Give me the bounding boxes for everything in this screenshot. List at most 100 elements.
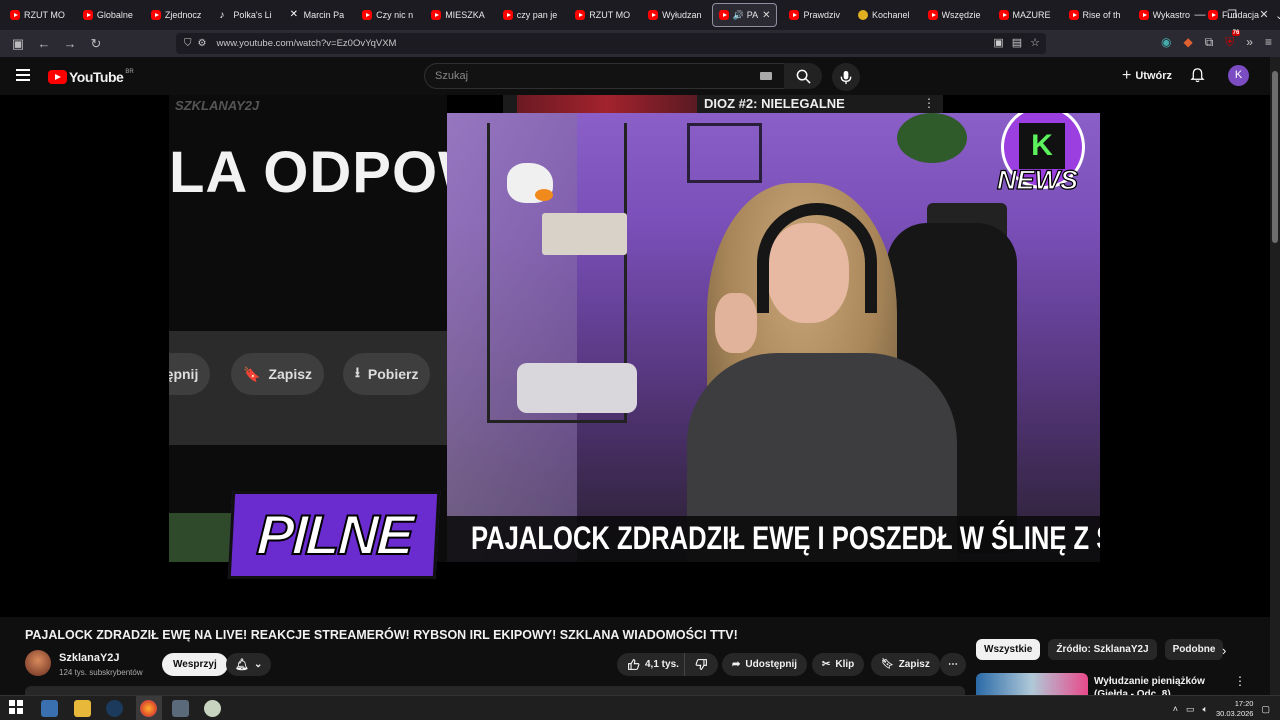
page-scrollbar[interactable] (1270, 57, 1280, 695)
news-logo-mark: K (1019, 123, 1065, 169)
calculator-icon[interactable] (172, 700, 189, 717)
tab-label: Kochanel (871, 10, 910, 20)
close-window-icon[interactable]: ✕ (1248, 0, 1280, 30)
sidebar-toggle-icon[interactable]: ▣ (6, 32, 30, 56)
folder-icon[interactable] (74, 700, 91, 717)
browser-tab[interactable]: Czy nic n (358, 3, 417, 27)
browser-tab[interactable]: MAZURE (995, 3, 1055, 27)
browser-tab[interactable]: ✕ Marcin Pa (286, 3, 349, 27)
share-label: Udostępnij (745, 659, 798, 670)
browser-nav-bar: ▣ ← → ↻ ⛉ ⚙ www.youtube.com/watch?v=Ez0O… (0, 30, 1280, 57)
like-count: 4,1 tys. (645, 659, 679, 670)
browser-tab[interactable]: czy pan je (499, 3, 562, 27)
scrollbar-thumb[interactable] (1272, 71, 1278, 243)
youtube-icon (362, 10, 373, 20)
url-text: www.youtube.com/watch?v=Ez0OvYqVXM (216, 38, 397, 49)
url-bar[interactable]: ⛉ ⚙ www.youtube.com/watch?v=Ez0OvYqVXM ▣… (176, 33, 1046, 54)
browser-tab[interactable]: Kochanel (854, 3, 914, 27)
youtube-icon (1068, 10, 1079, 20)
picture-icon[interactable]: ▣ (993, 36, 1003, 49)
account-avatar[interactable]: K (1228, 65, 1249, 86)
youtube-logo-text: YouTube (69, 69, 124, 85)
file-manager-icon[interactable] (41, 700, 58, 717)
browser-tab[interactable]: RZUT MO (571, 3, 634, 27)
browser-tab[interactable]: Rise of th (1065, 3, 1125, 27)
clip-button[interactable]: ✂ Klip (812, 653, 865, 676)
chevron-right-icon[interactable]: › (1222, 643, 1226, 658)
channel-name[interactable]: SzklanaY2J (59, 652, 120, 664)
fox-extension-icon[interactable]: ◆ (1183, 35, 1192, 50)
shield-icon[interactable]: ⛉ (184, 38, 192, 49)
news-logo: K NEWS (996, 113, 1100, 213)
browser-tab[interactable]: Wyłudzan (644, 3, 705, 27)
minimize-icon[interactable]: — (1184, 0, 1216, 30)
save-button[interactable]: 🔖︎ Zapisz (871, 653, 940, 676)
restore-icon[interactable]: ❐ (1216, 0, 1248, 30)
bed (517, 363, 637, 413)
app-icon[interactable] (204, 700, 221, 717)
subscription-notify-button[interactable]: 🔔︎ ⌄ (226, 653, 272, 676)
browser-tab[interactable]: Globalne (79, 3, 137, 27)
steam-icon[interactable] (106, 700, 123, 717)
channel-avatar[interactable] (25, 650, 51, 676)
youtube-logo[interactable]: YouTube BR (48, 69, 134, 85)
reader-view-icon[interactable]: ▤ (1012, 36, 1022, 49)
news-lower-third: PAJALOCK ZDRADZIŁ EWĘ I POSZEDŁ W ŚLINĘ … (447, 516, 1100, 562)
background-large-text: LA ODPOW (169, 140, 447, 205)
like-button[interactable]: 4,1 tys. (617, 653, 689, 676)
app-menu-icon[interactable]: ≡ (1265, 35, 1272, 50)
news-logo-text: NEWS (996, 164, 1078, 195)
browser-tab[interactable]: Zjednocz (147, 3, 206, 27)
voice-search-button[interactable] (832, 63, 860, 91)
back-icon[interactable]: ← (32, 32, 56, 56)
browser-tab[interactable]: MIESZKA (427, 3, 489, 27)
chip-source-channel[interactable]: Źródło: SzklanaY2J (1048, 639, 1157, 660)
support-button[interactable]: Wesprzyj (162, 653, 228, 676)
browser-tab[interactable]: Wszędzie (924, 3, 985, 27)
create-button[interactable]: + Utwórz (1116, 65, 1178, 87)
browser-tab-strip: RZUT MO Globalne Zjednocz ♪ Polka's Li ✕ M… (0, 0, 1280, 30)
video-player[interactable]: SZKLANAY2J LA ODPOW tępnij 🔖 Zapisz ⭳ Pobi… (0, 95, 1270, 617)
ublock-icon[interactable]: ⛨ 76 (1225, 30, 1241, 50)
search-input[interactable] (435, 70, 735, 82)
chip-all[interactable]: Wszystkie (976, 639, 1041, 660)
forward-icon[interactable]: → (58, 32, 82, 56)
search-button[interactable] (784, 63, 822, 89)
share-button[interactable]: ➦ Udostępnij (722, 653, 808, 676)
browser-tab[interactable]: Prawdziv (785, 3, 844, 27)
browser-tab[interactable]: ♪ Polka's Li (215, 3, 275, 27)
overflow-chevron-icon[interactable]: » (1246, 35, 1253, 50)
browser-tab-active[interactable]: 🔊 PA ✕ (711, 3, 778, 27)
recommendation-thumbnail[interactable] (976, 673, 1088, 695)
clock[interactable]: 17:20 30.03.2026 (1216, 699, 1254, 719)
youtube-play-icon (48, 70, 67, 84)
tab-label: Czy nic n (376, 10, 414, 20)
chip-similar[interactable]: Podobne (1164, 639, 1224, 660)
firefox-icon[interactable] (140, 700, 157, 717)
dislike-button[interactable] (684, 653, 718, 676)
notifications-icon[interactable]: ▢ (1261, 704, 1270, 715)
channel-watermark: SZKLANAY2J (175, 98, 260, 113)
hamburger-menu-icon[interactable] (16, 69, 30, 81)
network-icon[interactable]: ▭ (1186, 704, 1195, 715)
more-actions-button[interactable]: ⋯ (940, 653, 966, 676)
keyboard-icon[interactable] (760, 72, 772, 80)
recommendation-title[interactable]: Wyłudzanie pieniążków (Giełda - Odc. 8) (1094, 675, 1229, 695)
recommendation-more-icon[interactable]: ⋮ (1234, 674, 1246, 688)
windows-start-icon[interactable] (9, 700, 26, 717)
close-tab-icon[interactable]: ✕ (762, 10, 770, 21)
background-save-button: 🔖 Zapisz (231, 353, 325, 395)
tray-chevron-icon[interactable]: ˄ (1173, 704, 1178, 714)
reload-icon[interactable]: ↻ (84, 32, 108, 56)
page-permissions-icon[interactable]: ⚙ (198, 38, 207, 49)
create-label: Utwórz (1135, 70, 1173, 82)
windows-taskbar: ˄ ▭ 🔈︎ 17:20 30.03.2026 ▢ (0, 695, 1280, 720)
notifications-button[interactable] (1190, 67, 1205, 88)
extensions-icon[interactable]: ⧉ (1205, 35, 1214, 50)
browser-tab[interactable]: RZUT MO (6, 3, 69, 27)
vpn-shield-icon[interactable]: ◉ (1161, 35, 1171, 50)
bookmark-star-icon[interactable]: ☆ (1030, 36, 1040, 49)
save-label: Zapisz (898, 659, 930, 670)
headphones (757, 203, 877, 313)
volume-icon[interactable]: 🔈︎ (1203, 704, 1208, 715)
